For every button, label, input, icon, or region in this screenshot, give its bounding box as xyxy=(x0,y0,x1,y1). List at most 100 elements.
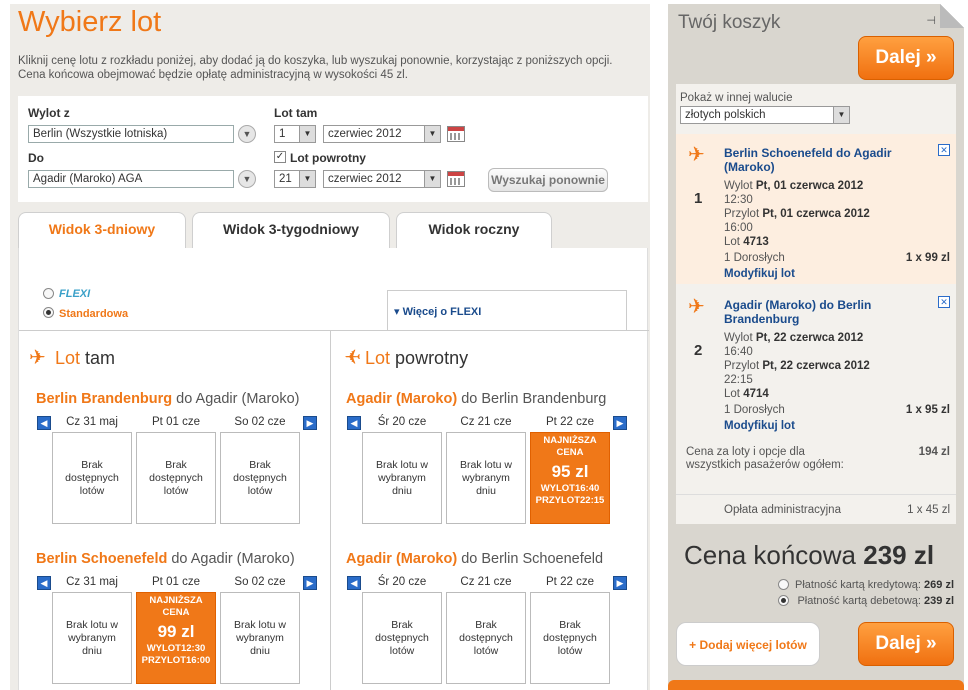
route-title: Berlin Brandenburg do Agadir (Maroko) xyxy=(36,391,300,407)
calendar-icon[interactable] xyxy=(447,171,465,187)
remove-icon[interactable]: ✕ xyxy=(938,296,950,308)
cart-panel: Twój koszyk ⊣ Dalej » Pokaż w innej walu… xyxy=(668,4,964,690)
route-title: Berlin Schoenefeld do Agadir (Maroko) xyxy=(36,551,295,567)
cart-flight: ✈ 2 Agadir (Maroko) do Berlin Brandenbur… xyxy=(676,286,956,436)
day-header: Cz 21 cze xyxy=(460,416,512,428)
route-title: Agadir (Maroko) do Berlin Schoenefeld xyxy=(346,551,603,567)
credit-card-option: Płatność kartą kredytową: 269 zl xyxy=(795,579,954,591)
flight-label: Lot xyxy=(724,388,740,400)
debit-card-option: Płatność kartą debetową: 239 zl xyxy=(797,595,954,607)
next-arrow-icon[interactable]: ▶ xyxy=(613,576,627,590)
prev-arrow-icon[interactable]: ◀ xyxy=(347,416,361,430)
results-panel: FLEXI Standardowa ▾ Więcej o FLEXI ✈ Lot… xyxy=(18,248,649,690)
from-dropdown-icon[interactable]: ▼ xyxy=(238,125,256,143)
outbound-title-a: Lot xyxy=(55,348,81,368)
remove-icon[interactable]: ✕ xyxy=(938,144,950,156)
return-day-select[interactable]: 21 ▼ xyxy=(274,170,316,188)
chevron-down-icon: ▼ xyxy=(833,107,849,123)
prev-arrow-icon[interactable]: ◀ xyxy=(37,576,51,590)
route-title: Agadir (Maroko) do Berlin Brandenburg xyxy=(346,391,606,407)
subtotal-label: Cena za loty i opcje dla wszystkich pasa… xyxy=(686,446,844,471)
chevron-down-icon: ▼ xyxy=(424,171,440,187)
outbound-day-select[interactable]: 1 ▼ xyxy=(274,125,316,143)
inbound-title-a: Lot xyxy=(365,348,391,368)
credit-card-radio[interactable] xyxy=(778,579,789,590)
next-button[interactable]: Dalej » xyxy=(858,36,954,80)
intro-text: Kliknij cenę lotu z rozkładu poniżej, ab… xyxy=(18,54,638,82)
plane-icon: ✈ xyxy=(344,347,361,369)
passengers: 1 Dorosłych xyxy=(724,404,785,416)
pin-icon[interactable]: ⊣ xyxy=(926,14,936,27)
departure-time: 12:30 xyxy=(724,194,753,206)
total-label: Cena końcowa xyxy=(684,540,856,570)
route-origin: Berlin Brandenburg xyxy=(36,391,173,407)
to-dropdown-icon[interactable]: ▼ xyxy=(238,170,256,188)
flight-route[interactable]: Berlin Schoenefeld do Agadir (Maroko) xyxy=(724,146,904,174)
outbound-month-select[interactable]: czerwiec 2012 ▼ xyxy=(323,125,441,143)
day-header: Pt 01 cze xyxy=(152,576,200,588)
to-label: Do xyxy=(28,151,44,165)
fare-cell: Brak dostępnych lotów xyxy=(530,592,610,684)
next-button-bottom[interactable]: Dalej » xyxy=(858,622,954,666)
outbound-month-value: czerwiec 2012 xyxy=(328,128,402,140)
intro-line-2: Cena końcowa obejmować będzie opłatę adm… xyxy=(18,69,408,81)
tab-yearly[interactable]: Widok roczny xyxy=(396,212,552,248)
next-arrow-icon[interactable]: ▶ xyxy=(613,416,627,430)
departure-time: 16:40 xyxy=(724,346,753,358)
intro-line-1: Kliknij cenę lotu z rozkładu poniżej, ab… xyxy=(18,55,613,67)
debit-card-price: 239 zl xyxy=(924,595,954,607)
prev-arrow-icon[interactable]: ◀ xyxy=(37,416,51,430)
flight-number: 4713 xyxy=(743,236,769,248)
departure-date: Pt, 22 czerwca 2012 xyxy=(755,332,864,344)
flight-price: 1 x 95 zl xyxy=(905,404,950,416)
route-destination: do Berlin Schoenefeld xyxy=(457,551,604,567)
arrival-date: Pt, 22 czerwca 2012 xyxy=(762,360,870,372)
day-header: Cz 31 maj xyxy=(66,416,118,428)
lowest-fare-label: NAJNIŻSZA CENA xyxy=(543,435,597,458)
day-header: Pt 01 cze xyxy=(152,416,200,428)
page-fold-icon xyxy=(940,4,964,28)
more-flexi-box[interactable]: ▾ Więcej o FLEXI xyxy=(387,290,627,330)
plus-icon: + xyxy=(689,638,697,652)
debit-card-label: Płatność kartą debetową: xyxy=(797,595,921,607)
return-month-select[interactable]: czerwiec 2012 ▼ xyxy=(323,170,441,188)
route-origin: Berlin Schoenefeld xyxy=(36,551,168,567)
flight-route[interactable]: Agadir (Maroko) do Berlin Brandenburg xyxy=(724,298,904,326)
cart-title: Twój koszyk xyxy=(678,12,781,33)
calendar-icon[interactable] xyxy=(447,126,465,142)
debit-card-radio[interactable] xyxy=(778,595,789,606)
flexi-radio[interactable] xyxy=(43,288,54,299)
tab-3-week[interactable]: Widok 3-tygodniowy xyxy=(192,212,390,248)
arrival-line: Przylot Pt, 22 czerwca 2012 xyxy=(724,360,870,372)
currency-select[interactable]: złotych polskich ▼ xyxy=(680,106,850,124)
add-more-flights-button[interactable]: + Dodaj więcej lotów xyxy=(676,622,820,666)
divider xyxy=(331,330,649,331)
next-arrow-icon[interactable]: ▶ xyxy=(303,576,317,590)
day-header: So 02 cze xyxy=(234,576,286,588)
from-field[interactable]: Berlin (Wszystkie lotniska) xyxy=(28,125,234,143)
modify-flight-link[interactable]: Modyfikuj lot xyxy=(724,420,795,432)
outbound-section-title: Lot tam xyxy=(55,348,115,369)
add-more-label: Dodaj więcej lotów xyxy=(699,638,807,652)
modify-flight-link[interactable]: Modyfikuj lot xyxy=(724,268,795,280)
next-arrow-icon[interactable]: ▶ xyxy=(303,416,317,430)
divider xyxy=(676,494,956,495)
fare-cell: Brak lotu w wybranym dniu xyxy=(52,592,132,684)
return-checkbox[interactable]: ✓ xyxy=(274,151,286,163)
more-flexi-link[interactable]: ▾ Więcej o FLEXI xyxy=(394,305,481,318)
currency-label: Pokaż w innej walucie xyxy=(680,92,793,104)
from-label: Wylot z xyxy=(28,106,70,120)
lowest-fare-cell[interactable]: NAJNIŻSZA CENA 99 zl WYLOT12:30 PRZYLOT1… xyxy=(136,592,216,684)
return-month-value: czerwiec 2012 xyxy=(328,173,402,185)
lowest-fare-price: 95 zl xyxy=(551,462,589,481)
search-again-button[interactable]: Wyszukaj ponownie xyxy=(488,168,608,192)
lowest-fare-cell[interactable]: NAJNIŻSZA CENA 95 zl WYLOT16:40 PRZYLOT2… xyxy=(530,432,610,524)
fare-cell: Brak dostępnych lotów xyxy=(136,432,216,524)
standard-radio[interactable] xyxy=(43,307,54,318)
tab-3-day[interactable]: Widok 3-dniowy xyxy=(18,212,186,250)
fare-cell: Brak dostępnych lotów xyxy=(220,432,300,524)
standard-label: Standardowa xyxy=(59,308,129,320)
fare-cell: Brak dostępnych lotów xyxy=(446,592,526,684)
to-field[interactable]: Agadir (Maroko) AGA xyxy=(28,170,234,188)
prev-arrow-icon[interactable]: ◀ xyxy=(347,576,361,590)
